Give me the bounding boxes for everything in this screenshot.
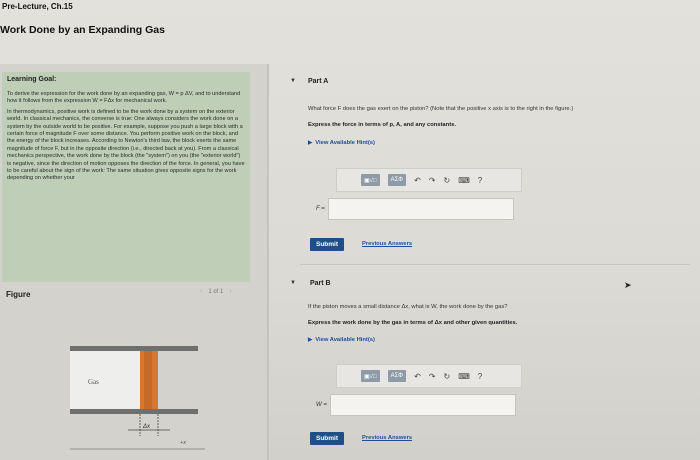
part-b-collapse-icon[interactable]: ▼ [290,280,296,286]
learning-goal-box: Learning Goal: To derive the expression … [2,72,250,282]
figure-diagram: Gas Δx +x [70,346,205,450]
part-a-instruction: Express the force in terms of p, A, and … [308,122,456,128]
help-icon[interactable]: ? [478,176,482,185]
dx-label: Δx [142,424,151,430]
breadcrumb[interactable]: Pre-Lecture, Ch.15 [2,2,73,11]
learning-goal-text: To derive the expression for the work do… [7,91,245,183]
undo-icon[interactable]: ↶ [414,372,421,381]
gas-label: Gas [88,378,99,386]
symbols-button[interactable]: ΑΣΦ [387,174,407,186]
redo-icon[interactable]: ↷ [429,372,436,381]
figure-label: Figure [6,289,31,299]
cylinder-bottom-wall [70,409,198,414]
part-b-answer-label: W = [316,402,327,408]
part-b-submit-button[interactable]: Submit [310,432,345,445]
keyboard-icon[interactable]: ⌨ [458,372,470,381]
learning-goal-paragraph-2: In thermodynamics, positive work is defi… [7,108,245,182]
templates-button[interactable]: ▣√□ [361,370,380,382]
hint-expand-icon: ▶ [308,337,313,343]
part-a-answer-label: F = [316,206,325,212]
part-separator [300,264,690,265]
gas-region [70,351,140,409]
part-a-previous-answers-link[interactable]: Previous Answers [362,241,412,247]
part-b-answer-row: W = [316,394,516,416]
prev-figure-icon[interactable]: ‹ [200,288,202,295]
part-a-question: What force F does the gas exert on the p… [308,106,574,112]
part-b-hint-text: View Available Hint(s) [315,337,375,343]
part-a-answer-row: F = [316,198,514,220]
learning-goal-heading: Learning Goal: [7,76,57,83]
page-title: Work Done by an Expanding Gas [0,24,165,36]
cylinder-top-wall [70,346,198,351]
part-b-math-toolbar: ▣√□ ΑΣΦ ↶ ↷ ↻ ⌨ ? [336,364,522,388]
learning-goal-paragraph-1: To derive the expression for the work do… [7,91,241,105]
part-b-answer-input[interactable] [329,394,516,416]
part-a-collapse-icon[interactable]: ▼ [290,78,296,84]
part-a-hint-text: View Available Hint(s) [315,140,375,146]
undo-icon[interactable]: ↶ [414,176,421,185]
reset-icon[interactable]: ↻ [444,372,451,381]
figure-pager: ‹ 1 of 1 › [200,288,232,295]
next-figure-icon[interactable]: › [229,288,231,295]
symbols-button[interactable]: ΑΣΦ [387,370,407,382]
redo-icon[interactable]: ↷ [429,176,436,185]
part-a-title[interactable]: Part A [308,78,328,85]
part-b-question: If the piston moves a small distance Δx,… [308,304,508,310]
templates-button[interactable]: ▣√□ [361,174,380,186]
hint-expand-icon: ▶ [308,140,313,146]
help-icon[interactable]: ? [478,372,482,381]
part-b-hint-link[interactable]: ▶ View Available Hint(s) [308,337,375,343]
page: Pre-Lecture, Ch.15 Work Done by an Expan… [0,0,700,460]
x-axis-label: +x [180,440,186,446]
part-b-title[interactable]: Part B [310,280,331,287]
part-b-instruction: Express the work done by the gas in term… [308,320,518,326]
part-a-answer-input[interactable] [327,198,514,220]
figure-pager-text: 1 of 1 [208,288,224,295]
mouse-cursor-icon: ➤ [624,280,632,290]
piston-shade [144,351,152,409]
reset-icon[interactable]: ↻ [444,176,451,185]
part-a-hint-link[interactable]: ▶ View Available Hint(s) [308,140,375,146]
part-b-previous-answers-link[interactable]: Previous Answers [362,435,412,441]
panel-divider [268,64,269,460]
left-panel: Learning Goal: To derive the expression … [0,64,268,460]
part-a-math-toolbar: ▣√□ ΑΣΦ ↶ ↷ ↻ ⌨ ? [336,168,522,192]
keyboard-icon[interactable]: ⌨ [458,176,470,185]
part-a-submit-button[interactable]: Submit [310,238,345,251]
